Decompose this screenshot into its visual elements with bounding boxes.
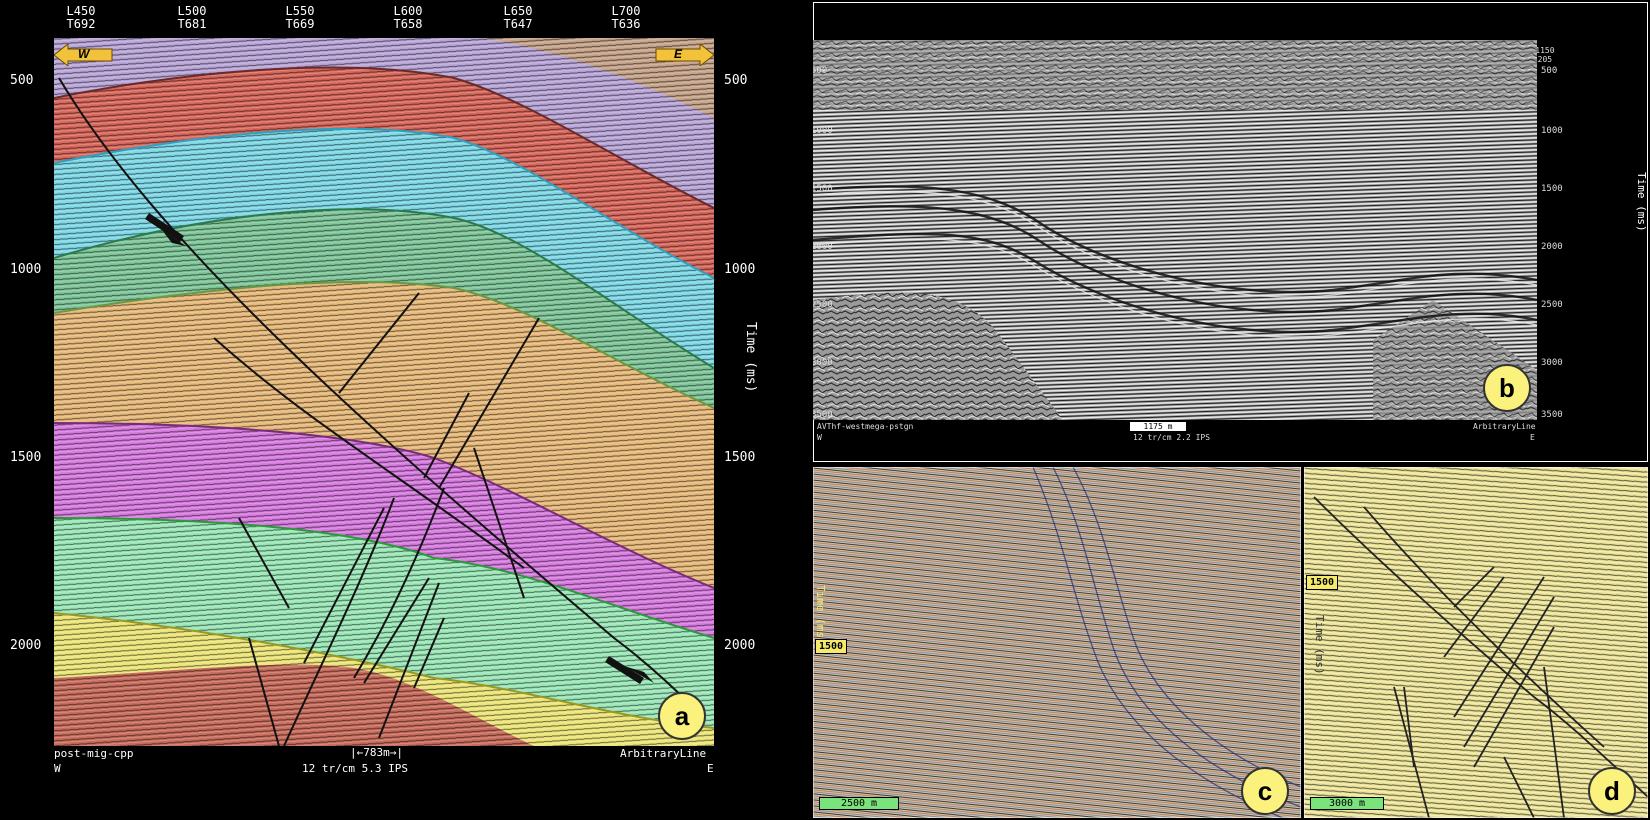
panel-a-corner-w: W [54, 762, 61, 775]
panel-a-footer-left: post-mig-cpp [54, 747, 134, 760]
panel-a-y-tick-left: 2000 [10, 638, 42, 653]
west-label: W [78, 47, 90, 61]
tick-t: T692 [66, 17, 96, 31]
panel-a-scale-label: |←783m→| [350, 746, 403, 759]
panel-c-seismic-image [813, 467, 1301, 818]
tick-l: L600 [393, 4, 423, 18]
panel-a-top-tick: L600 T658 [394, 5, 423, 31]
tick-l: L700 [611, 4, 641, 18]
tick-l: L650 [503, 4, 533, 18]
panel-c-seismic-detail: Time (ms) 1500 2500 m c [813, 467, 1301, 818]
panel-d-seismic-image [1304, 467, 1648, 818]
panel-a-y-axis-title: Time (ms) [743, 322, 758, 393]
tick-t: T658 [393, 17, 423, 31]
panel-d-y-axis-title: Time (ms) [1313, 615, 1326, 675]
east-label: E [674, 47, 683, 61]
tick-t: T681 [177, 17, 207, 31]
panel-d-badge: d [1588, 767, 1636, 815]
panel-b-footer-right: ArbitraryLine [1473, 422, 1536, 431]
panel-a-footer-center: 12 tr/cm 5.3 IPS [302, 762, 408, 775]
panel-b-badge: b [1483, 364, 1531, 412]
tick-t: T669 [285, 17, 315, 31]
panel-b-y-tick-right: 500 [1541, 66, 1558, 76]
panel-b-footer-center: 12 tr/cm 2.2 IPS [1133, 433, 1211, 442]
panel-b-y-tick-right: 3500 [1541, 410, 1563, 420]
panel-c-badge: c [1241, 767, 1289, 815]
panel-a-y-tick-right: 1000 [724, 262, 756, 277]
tick-t: T647 [503, 17, 533, 31]
tick-t: T636 [611, 17, 641, 31]
panel-a-corner-e: E [707, 762, 714, 775]
panel-b-y-tick-left: 3000 [813, 358, 833, 368]
panel-d-time-badge: 1500 [1306, 575, 1339, 590]
panel-a-top-tick: L650 T647 [504, 5, 533, 31]
panel-a-y-tick-right: 2000 [724, 638, 756, 653]
panel-d-seismic-detail: Time (ms) 1500 3000 m d [1304, 467, 1648, 818]
panel-b-y-tick-right: 1500 [1541, 184, 1563, 194]
panel-a-seismic-image [54, 38, 714, 746]
panel-b-y-tick-left: 2500 [813, 300, 833, 310]
panel-b-y-tick-right: 2000 [1541, 242, 1563, 252]
panel-c-scale-bar: 2500 m [819, 797, 899, 810]
panel-c-time-badge: 1500 [815, 639, 848, 654]
panel-b-corner-w: W [817, 433, 822, 442]
panel-b-scale-bar: 1175 m [1129, 421, 1187, 432]
panel-b-footer-left: AVThf-westmega-pstgn [817, 422, 914, 431]
panel-b-y-tick-left: 3500 [813, 410, 833, 420]
panel-a-footer-right: ArbitraryLine [620, 747, 707, 760]
panel-a-top-tick: L700 T636 [612, 5, 641, 31]
panel-b-y-tick-right: 2500 [1541, 300, 1563, 310]
panel-b-y-tick-left: 1000 [813, 126, 833, 136]
panel-a-y-tick-left: 1500 [10, 450, 42, 465]
panel-a-y-tick-right: 500 [724, 73, 748, 88]
tick-l: L500 [177, 4, 207, 18]
panel-a-top-tick: L450 T692 [67, 5, 96, 31]
panel-a-y-tick-left: 500 [10, 73, 34, 88]
panel-a-seismic-section: L450 T692 L500 T681 L550 T669 L600 T658 L650 T647… [2, 2, 807, 818]
tick-l: L550 [285, 4, 315, 18]
tick-l: L450 [66, 4, 96, 18]
panel-a-top-tick: L500 T681 [178, 5, 207, 31]
panel-a-top-tick: L550 T669 [286, 5, 315, 31]
panel-b-y-tick-right: 3000 [1541, 358, 1563, 368]
panel-b-y-axis-title: Time (ms) [1635, 172, 1648, 232]
panel-a-badge: a [658, 692, 706, 740]
panel-d-scale-bar: 3000 m [1310, 797, 1384, 810]
panel-a-y-tick-left: 1000 [10, 262, 42, 277]
panel-b-seismic-image [813, 40, 1537, 420]
panel-b-y-tick-left: 1500 [813, 184, 833, 194]
panel-b-y-tick-left: 500 [813, 66, 828, 76]
panel-b-y-tick-right: 1000 [1541, 126, 1563, 136]
panel-a-y-tick-right: 1500 [724, 450, 756, 465]
panel-b-seismic-section: L4001204L4501204L5001204L5501204L6001204… [813, 2, 1648, 462]
panel-b-corner-e: E [1530, 433, 1535, 442]
panel-b-y-tick-left: 2000 [813, 242, 833, 252]
east-arrow-icon [655, 44, 714, 66]
panel-c-y-axis-title: Time (ms) [814, 585, 827, 645]
